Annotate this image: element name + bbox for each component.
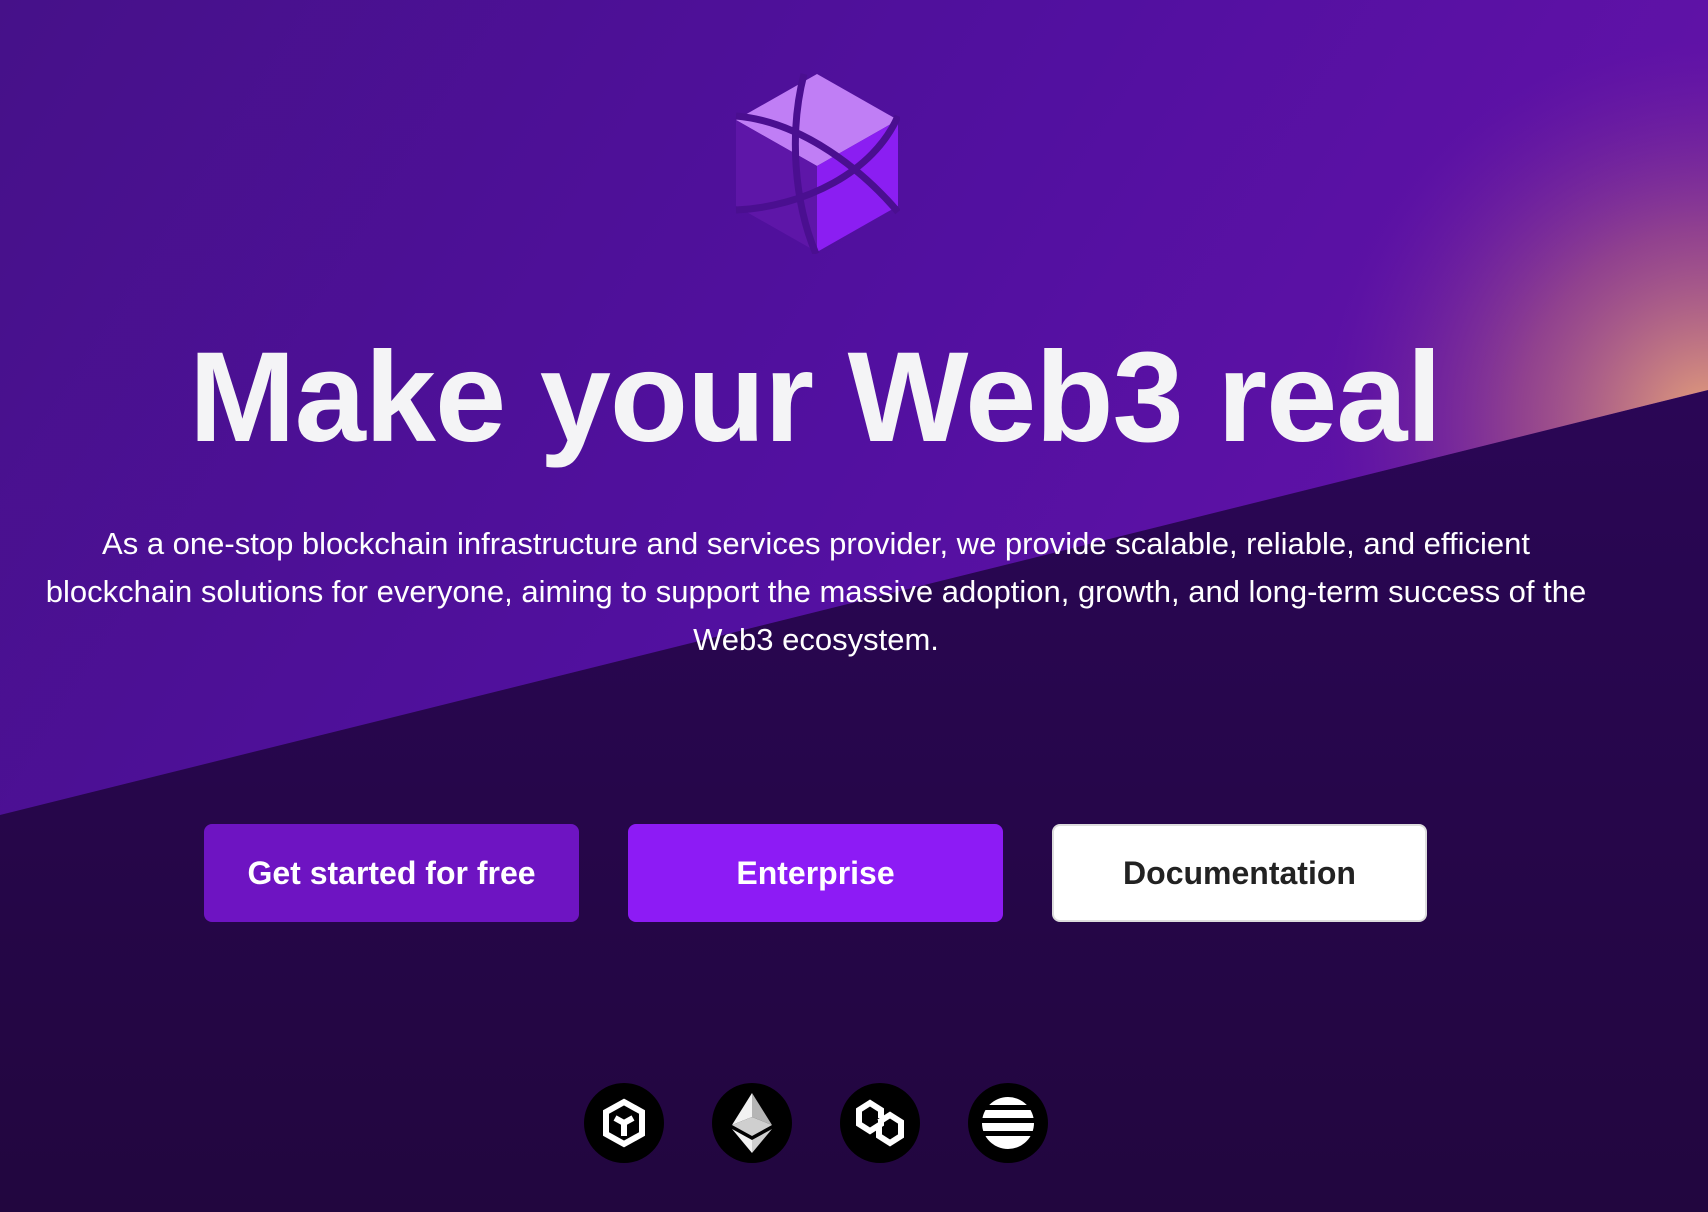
aptos-icon [968, 1083, 1048, 1163]
hero-title: Make your Web3 real [188, 326, 1442, 469]
polygon-icon [840, 1083, 920, 1163]
documentation-button[interactable]: Documentation [1052, 824, 1427, 922]
bnb-chain-icon [584, 1083, 664, 1163]
hero-description: As a one-stop blockchain infrastructure … [45, 526, 1587, 657]
ethereum-icon [712, 1083, 792, 1163]
logo-cube-icon [735, 73, 900, 254]
enterprise-button[interactable]: Enterprise [628, 824, 1003, 922]
get-started-button[interactable]: Get started for free [204, 824, 579, 922]
